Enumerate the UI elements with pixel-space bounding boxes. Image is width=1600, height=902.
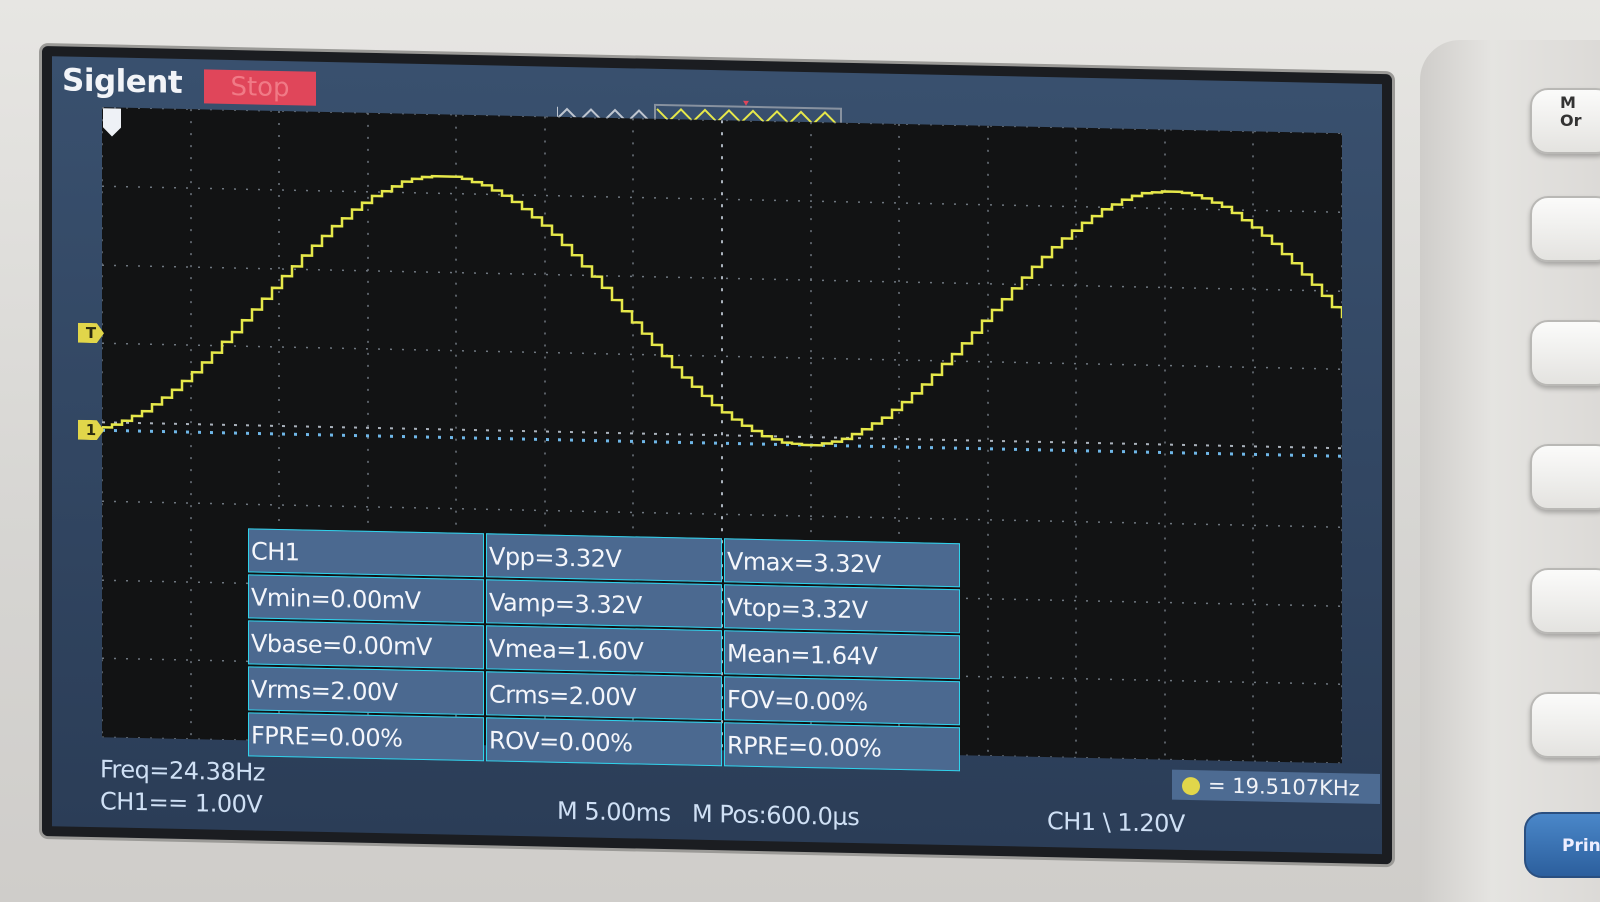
softkey-1-label: M Or [1560, 93, 1582, 130]
frequency-readout: Freq=24.38Hz [100, 755, 265, 787]
horizontal-position-readout[interactable]: M Pos:600.0µs [692, 800, 859, 832]
channel-1-ground-marker[interactable]: 1 [78, 420, 104, 441]
status-bar: Freq=24.38Hz CH1== 1.00V M 5.00ms M Pos:… [52, 746, 1382, 854]
measurement-table: CH1 Vpp=3.32V Vmax=3.32V Vmin=0.00mV Vam… [248, 528, 962, 773]
ch1-vertical-scale[interactable]: CH1== 1.00V [100, 787, 262, 818]
measurement-cell: CH1 [248, 528, 484, 578]
softkey-6[interactable] [1530, 692, 1600, 758]
softkey-2[interactable] [1530, 196, 1600, 262]
softkey-4[interactable] [1530, 444, 1600, 510]
softkey-5[interactable] [1530, 568, 1600, 634]
measurement-cell: Vpp=3.32V [486, 533, 722, 583]
measurement-cell: Vrms=2.00V [248, 666, 484, 716]
run-stop-indicator[interactable]: Stop [204, 69, 316, 106]
measurement-cell: Vtop=3.32V [724, 584, 960, 634]
measurement-cell: Vmin=0.00mV [248, 574, 484, 624]
measurement-cell: Crms=2.00V [486, 671, 722, 721]
brand-logo: Siglent [62, 62, 183, 101]
scope-screen: Siglent Stop CH1 Vpp=3.32V Vmax=3.32V Vm… [52, 56, 1382, 855]
ch1-trace-line [102, 174, 1342, 447]
measurement-cell: Vmax=3.32V [724, 538, 960, 588]
measurement-cell: Vmea=1.60V [486, 625, 722, 675]
softkey-3[interactable] [1530, 320, 1600, 386]
timebase-readout[interactable]: M 5.00ms [557, 797, 671, 827]
softkey-1[interactable]: M Or [1530, 88, 1600, 154]
measurement-cell: Mean=1.64V [724, 630, 960, 680]
trigger-position-marker [103, 108, 121, 137]
waveform-display[interactable]: CH1 Vpp=3.32V Vmax=3.32V Vmin=0.00mV Vam… [102, 107, 1380, 805]
measurement-cell: Vbase=0.00mV [248, 620, 484, 670]
trigger-readout[interactable]: CH1 \ 1.20V [1047, 807, 1185, 838]
measurement-cell: FOV=0.00% [724, 676, 960, 726]
measurement-cell: Vamp=3.32V [486, 579, 722, 629]
trigger-level-marker[interactable]: T [78, 323, 104, 344]
print-button-label: Prin [1562, 836, 1600, 856]
screen-frame: Siglent Stop CH1 Vpp=3.32V Vmax=3.32V Vm… [42, 46, 1392, 865]
print-button[interactable]: Prin [1524, 812, 1600, 878]
